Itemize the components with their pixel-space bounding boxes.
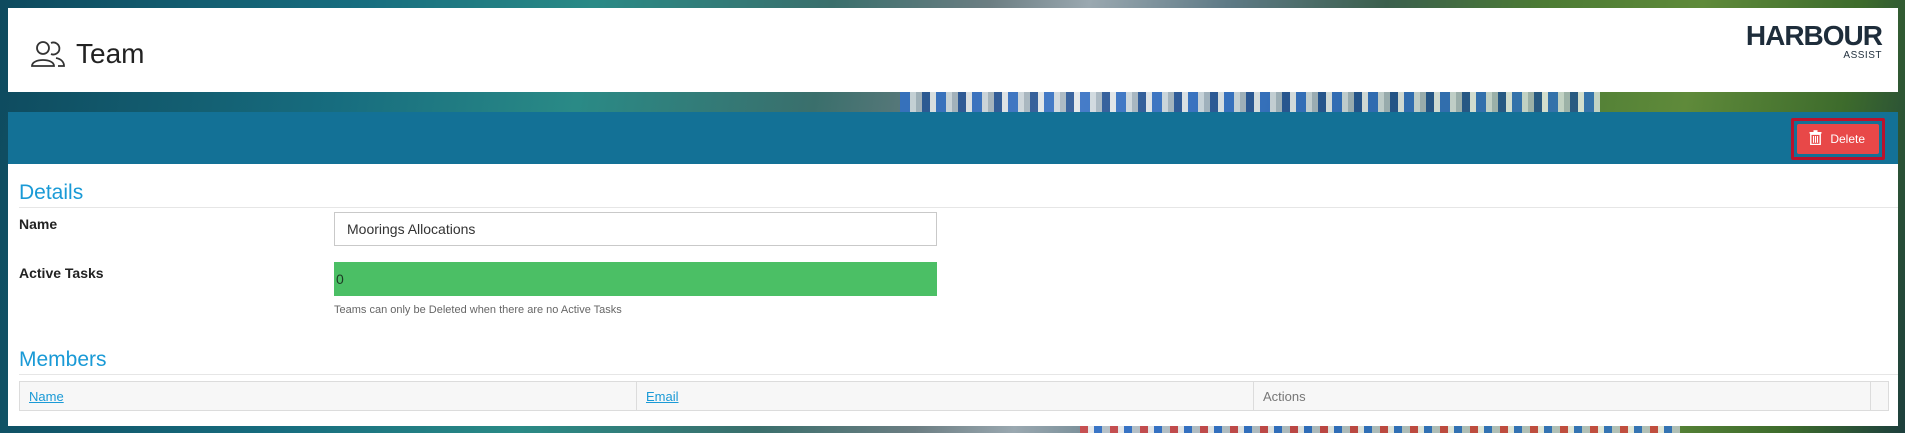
team-name-input[interactable] bbox=[334, 212, 937, 246]
active-tasks-label: Active Tasks bbox=[19, 265, 104, 281]
members-table-header: Name Email Actions bbox=[19, 381, 1889, 411]
sort-by-name-link[interactable]: Name bbox=[29, 389, 64, 404]
logo-subtitle: ASSIST bbox=[1843, 50, 1882, 61]
details-divider bbox=[19, 207, 1898, 208]
harbour-assist-logo: HARBOUR ASSIST bbox=[1745, 20, 1883, 61]
delete-button-highlight: Delete bbox=[1791, 118, 1885, 160]
logo-brand: HARBOUR bbox=[1745, 20, 1883, 51]
column-header-actions: Actions bbox=[1254, 382, 1871, 410]
members-section-title: Members bbox=[19, 348, 107, 371]
background-image-boats bbox=[900, 90, 1600, 112]
members-divider bbox=[19, 374, 1898, 375]
delete-help-text: Teams can only be Deleted when there are… bbox=[334, 304, 622, 316]
main-content: Details Name Active Tasks 0 Teams can on… bbox=[8, 164, 1898, 426]
team-icon bbox=[30, 39, 66, 69]
active-tasks-value: 0 bbox=[336, 271, 344, 287]
page-title: Team bbox=[76, 38, 145, 69]
sort-by-email-link[interactable]: Email bbox=[646, 389, 679, 404]
name-label: Name bbox=[19, 216, 58, 232]
column-header-email[interactable]: Email bbox=[637, 382, 1254, 410]
column-header-spacer bbox=[1871, 382, 1888, 410]
delete-button[interactable]: Delete bbox=[1797, 124, 1879, 154]
page-title-group: Team bbox=[30, 38, 144, 70]
active-tasks-count: 0 bbox=[334, 262, 937, 296]
action-toolbar: Delete bbox=[8, 112, 1898, 164]
column-header-name[interactable]: Name bbox=[20, 382, 637, 410]
page-header: Team HARBOUR ASSIST bbox=[8, 8, 1898, 92]
details-section-title: Details bbox=[19, 181, 84, 204]
trash-icon bbox=[1809, 130, 1822, 148]
delete-button-label: Delete bbox=[1830, 132, 1865, 146]
